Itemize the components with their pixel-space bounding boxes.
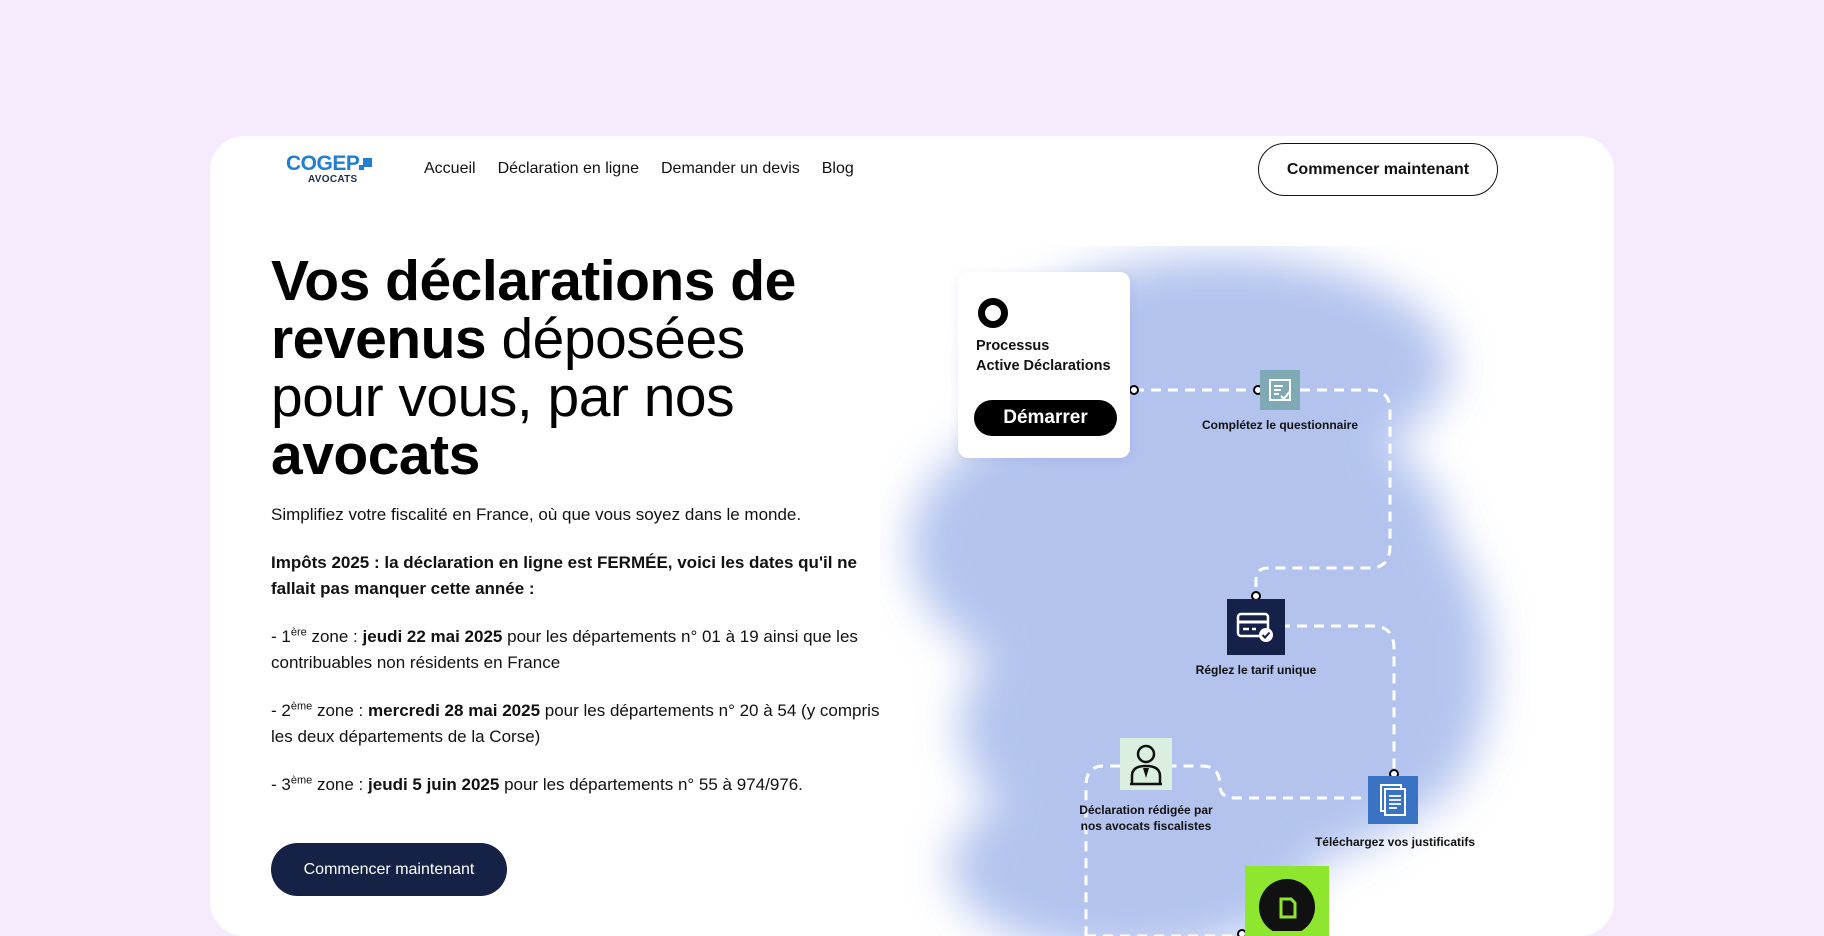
upload-icon xyxy=(1245,866,1329,936)
logo-brand: COGEP xyxy=(286,152,360,175)
title-part-2: revenus xyxy=(271,307,487,371)
step-justificatifs-label: Téléchargez vos justificatifs xyxy=(1314,835,1476,849)
hero-cta-button[interactable]: Commencer maintenant xyxy=(271,843,507,896)
logo-square xyxy=(363,158,372,167)
demarrer-button[interactable]: Démarrer xyxy=(974,400,1117,436)
process-card-title: Processus Active Déclarations xyxy=(976,338,1111,374)
hero-lead: Simplifiez votre fiscalité en France, où… xyxy=(271,505,802,524)
zone-3: - 3ème zone : jeudi 5 juin 2025 pour les… xyxy=(271,774,803,794)
nav-declaration-en-ligne[interactable]: Déclaration en ligne xyxy=(498,160,639,178)
questionnaire-icon xyxy=(1260,370,1300,410)
hero-section: Vos déclarations de revenus déposées pou… xyxy=(271,252,891,798)
title-part-5: avocats xyxy=(271,423,480,487)
hero-title: Vos déclarations de revenus déposées pou… xyxy=(271,252,891,484)
zone-1: - 1ère zone : jeudi 22 mai 2025 pour les… xyxy=(271,626,858,672)
process-illustration: Processus Active Déclarations Démarrer C… xyxy=(880,246,1530,936)
main-nav: Accueil Déclaration en ligne Demander un… xyxy=(424,160,854,178)
cogep-logo[interactable]: COGEP AVOCATS xyxy=(286,152,376,185)
logo-square-small xyxy=(359,165,364,170)
title-part-4: pour vous, par nos xyxy=(271,365,735,429)
logo-sub: AVOCATS xyxy=(308,174,358,185)
lawyer-icon xyxy=(1120,738,1172,790)
hero-alert: Impôts 2025 : la déclaration en ligne es… xyxy=(271,553,857,598)
zone-2: - 2ème zone : mercredi 28 mai 2025 pour … xyxy=(271,700,880,746)
process-card: Processus Active Déclarations Démarrer xyxy=(958,272,1130,458)
main-card: COGEP AVOCATS Accueil Déclaration en lig… xyxy=(210,136,1614,936)
step-questionnaire-label: Complétez le questionnaire xyxy=(1201,418,1359,432)
title-part-1: Vos déclarations de xyxy=(271,249,796,313)
nav-accueil[interactable]: Accueil xyxy=(424,160,476,178)
step-redaction-label: Déclaration rédigée par nos avocats fisc… xyxy=(1079,803,1213,833)
document-icon xyxy=(1368,776,1418,824)
payment-icon xyxy=(1227,599,1285,655)
nav-demander-devis[interactable]: Demander un devis xyxy=(661,160,800,178)
step-tarif-label: Réglez le tarif unique xyxy=(1195,663,1317,677)
title-part-3: déposées xyxy=(486,307,745,371)
process-ring-icon xyxy=(978,298,1008,328)
header-cta-button[interactable]: Commencer maintenant xyxy=(1258,143,1498,196)
nav-blog[interactable]: Blog xyxy=(822,160,854,178)
